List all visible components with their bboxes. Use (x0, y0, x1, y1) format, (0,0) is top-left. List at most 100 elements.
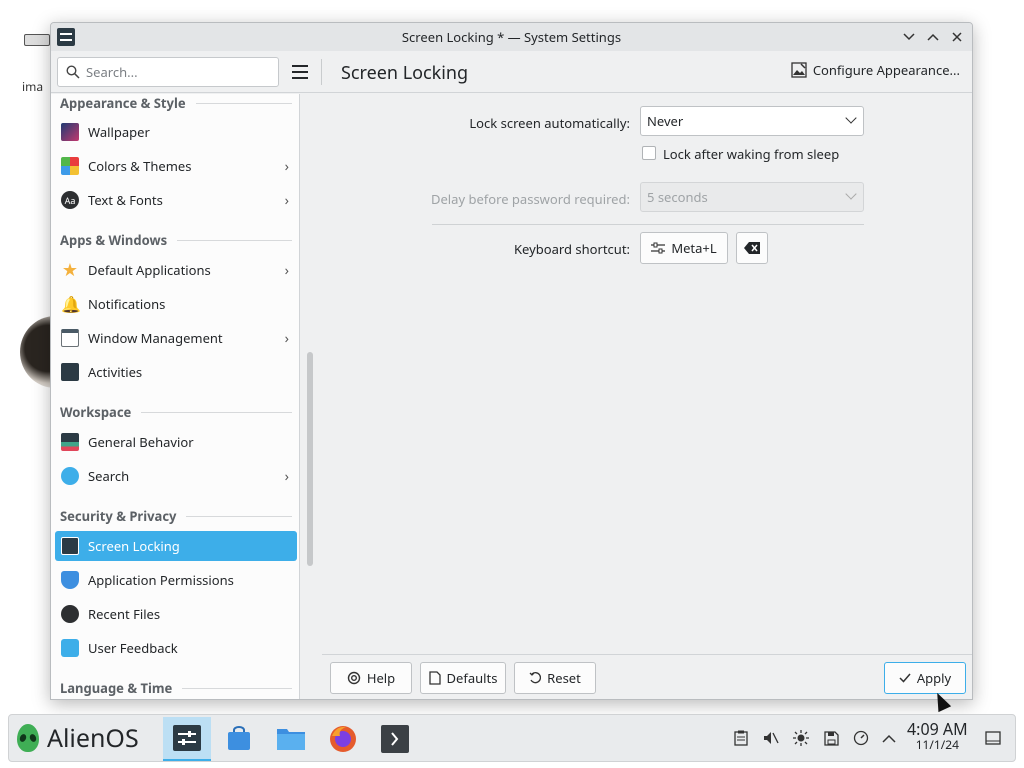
clock-date: 11/1/24 (915, 736, 959, 753)
brightness-icon[interactable] (791, 727, 811, 749)
chevron-down-icon (845, 188, 857, 200)
bell-icon: 🔔 (61, 293, 81, 315)
category-workspace: Workspace (60, 403, 292, 421)
desktop-icon[interactable] (24, 34, 50, 46)
system-settings-app-icon[interactable] (57, 28, 75, 46)
help-lifebuoy-icon (347, 671, 361, 685)
reset-label: Reset (547, 669, 581, 687)
chevron-right-icon: › (284, 466, 289, 486)
task-discover[interactable] (215, 717, 263, 761)
close-button[interactable] (948, 27, 966, 47)
sidebar-item-search[interactable]: Search › (55, 461, 297, 491)
sidebar-item-label: General Behavior (88, 433, 194, 451)
chevron-right-icon: › (284, 156, 289, 176)
task-file-manager[interactable] (267, 717, 315, 761)
task-system-settings[interactable] (163, 717, 211, 761)
sidebar-item-notifications[interactable]: 🔔 Notifications (55, 289, 297, 319)
sidebar-item-colors-themes[interactable]: Colors & Themes › (55, 151, 297, 181)
delay-password-dropdown[interactable]: 5 seconds (640, 182, 864, 212)
sidebar-item-application-permissions[interactable]: Application Permissions (55, 565, 297, 595)
sidebar-item-wallpaper[interactable]: Wallpaper (55, 117, 297, 147)
checkmark-icon (899, 673, 911, 683)
hamburger-menu-button[interactable] (289, 61, 311, 83)
clock-icon (61, 605, 79, 623)
chevron-right-icon: › (284, 190, 289, 210)
footer-bar: Help Defaults Reset Apply (322, 654, 972, 699)
sidebar-scrollbar[interactable] (305, 94, 315, 699)
minimize-button[interactable] (900, 27, 918, 47)
chevron-up-icon[interactable] (879, 727, 899, 749)
apply-button[interactable]: Apply (884, 662, 966, 694)
reset-button[interactable]: Reset (514, 662, 596, 694)
sidebar-item-label: Window Management (88, 329, 223, 347)
clock[interactable]: 4:09 AM 11/1/24 (907, 721, 968, 751)
system-settings-app-icon (173, 725, 201, 751)
delay-password-label: Delay before password required: (430, 190, 630, 208)
general-behavior-icon (61, 433, 79, 451)
sidebar-item-activities[interactable]: Activities (55, 357, 297, 387)
folder-icon (277, 729, 305, 750)
sidebar-item-recent-files[interactable]: Recent Files (55, 599, 297, 629)
sidebar-item-text-fonts[interactable]: Aa Text & Fonts › (55, 185, 297, 215)
show-desktop-icon[interactable] (983, 727, 1003, 749)
window-title: Screen Locking * — System Settings (401, 28, 622, 46)
clipboard-icon[interactable] (731, 727, 751, 749)
start-menu-button[interactable]: AlienOS (17, 721, 139, 755)
defaults-label: Defaults (446, 669, 498, 687)
sidebar-item-general-behavior[interactable]: General Behavior (55, 427, 297, 457)
titlebar[interactable]: Screen Locking * — System Settings (51, 23, 972, 51)
configure-appearance-button[interactable]: Configure Appearance... (791, 61, 960, 79)
lock-after-sleep-checkbox[interactable] (642, 146, 656, 160)
search-input[interactable] (86, 63, 266, 81)
alien-logo-icon (17, 724, 39, 752)
gauge-icon[interactable] (851, 727, 871, 749)
activities-icon (61, 363, 79, 381)
document-icon (428, 671, 441, 685)
taskbar: AlienOS 4:09 AM 11/1/24 (8, 714, 1016, 762)
defaults-button[interactable]: Defaults (420, 662, 506, 694)
chevron-right-icon: › (284, 260, 289, 280)
search-icon (66, 65, 80, 79)
help-button[interactable]: Help (330, 662, 412, 694)
shield-icon (61, 571, 79, 589)
header-bar: Screen Locking Configure Appearance... (51, 51, 972, 93)
maximize-button[interactable] (924, 27, 942, 47)
sidebar-item-label: Activities (88, 363, 143, 381)
sliders-icon (651, 242, 666, 254)
sidebar-item-label: Recent Files (88, 605, 161, 623)
screen-lock-icon (61, 537, 79, 555)
scrollbar-thumb[interactable] (307, 352, 313, 566)
lock-automatically-label: Lock screen automatically: (469, 114, 630, 132)
keyboard-shortcut-value: Meta+L (671, 239, 717, 257)
sidebar-item-label: Text & Fonts (88, 191, 163, 209)
keyboard-shortcut-button[interactable]: Meta+L (640, 232, 728, 264)
sidebar-item-default-applications[interactable]: ★ Default Applications › (55, 255, 297, 285)
shopping-bag-icon (228, 726, 250, 750)
save-disk-icon[interactable] (821, 727, 841, 749)
volume-muted-icon[interactable] (761, 727, 781, 749)
task-terminal[interactable] (371, 717, 419, 761)
category-appearance: Appearance & Style (60, 94, 292, 112)
chevron-up-icon (927, 33, 939, 41)
sidebar: Appearance & Style Wallpaper Colors & Th… (51, 94, 300, 699)
category-language-time: Language & Time (60, 679, 292, 697)
configure-appearance-label: Configure Appearance... (812, 61, 960, 79)
chevron-right-icon: › (284, 328, 289, 348)
lock-automatically-dropdown[interactable]: Never (640, 106, 864, 136)
wallpaper-icon (61, 123, 79, 141)
section-divider (432, 224, 864, 225)
sidebar-item-screen-locking[interactable]: Screen Locking (55, 531, 297, 561)
sidebar-item-window-management[interactable]: Window Management › (55, 323, 297, 353)
category-apps-windows: Apps & Windows (60, 231, 292, 249)
system-settings-window: Screen Locking * — System Settings Scree… (50, 22, 973, 700)
image-edit-icon (791, 62, 807, 78)
search-box[interactable] (57, 57, 279, 87)
task-firefox[interactable] (319, 717, 367, 761)
sidebar-item-label: Search (88, 467, 130, 485)
colors-themes-icon (61, 157, 79, 175)
sidebar-item-label: Default Applications (88, 261, 211, 279)
backspace-icon (744, 242, 760, 254)
clear-shortcut-button[interactable] (736, 232, 768, 264)
sidebar-item-user-feedback[interactable]: User Feedback (55, 633, 297, 663)
close-icon (952, 32, 962, 42)
